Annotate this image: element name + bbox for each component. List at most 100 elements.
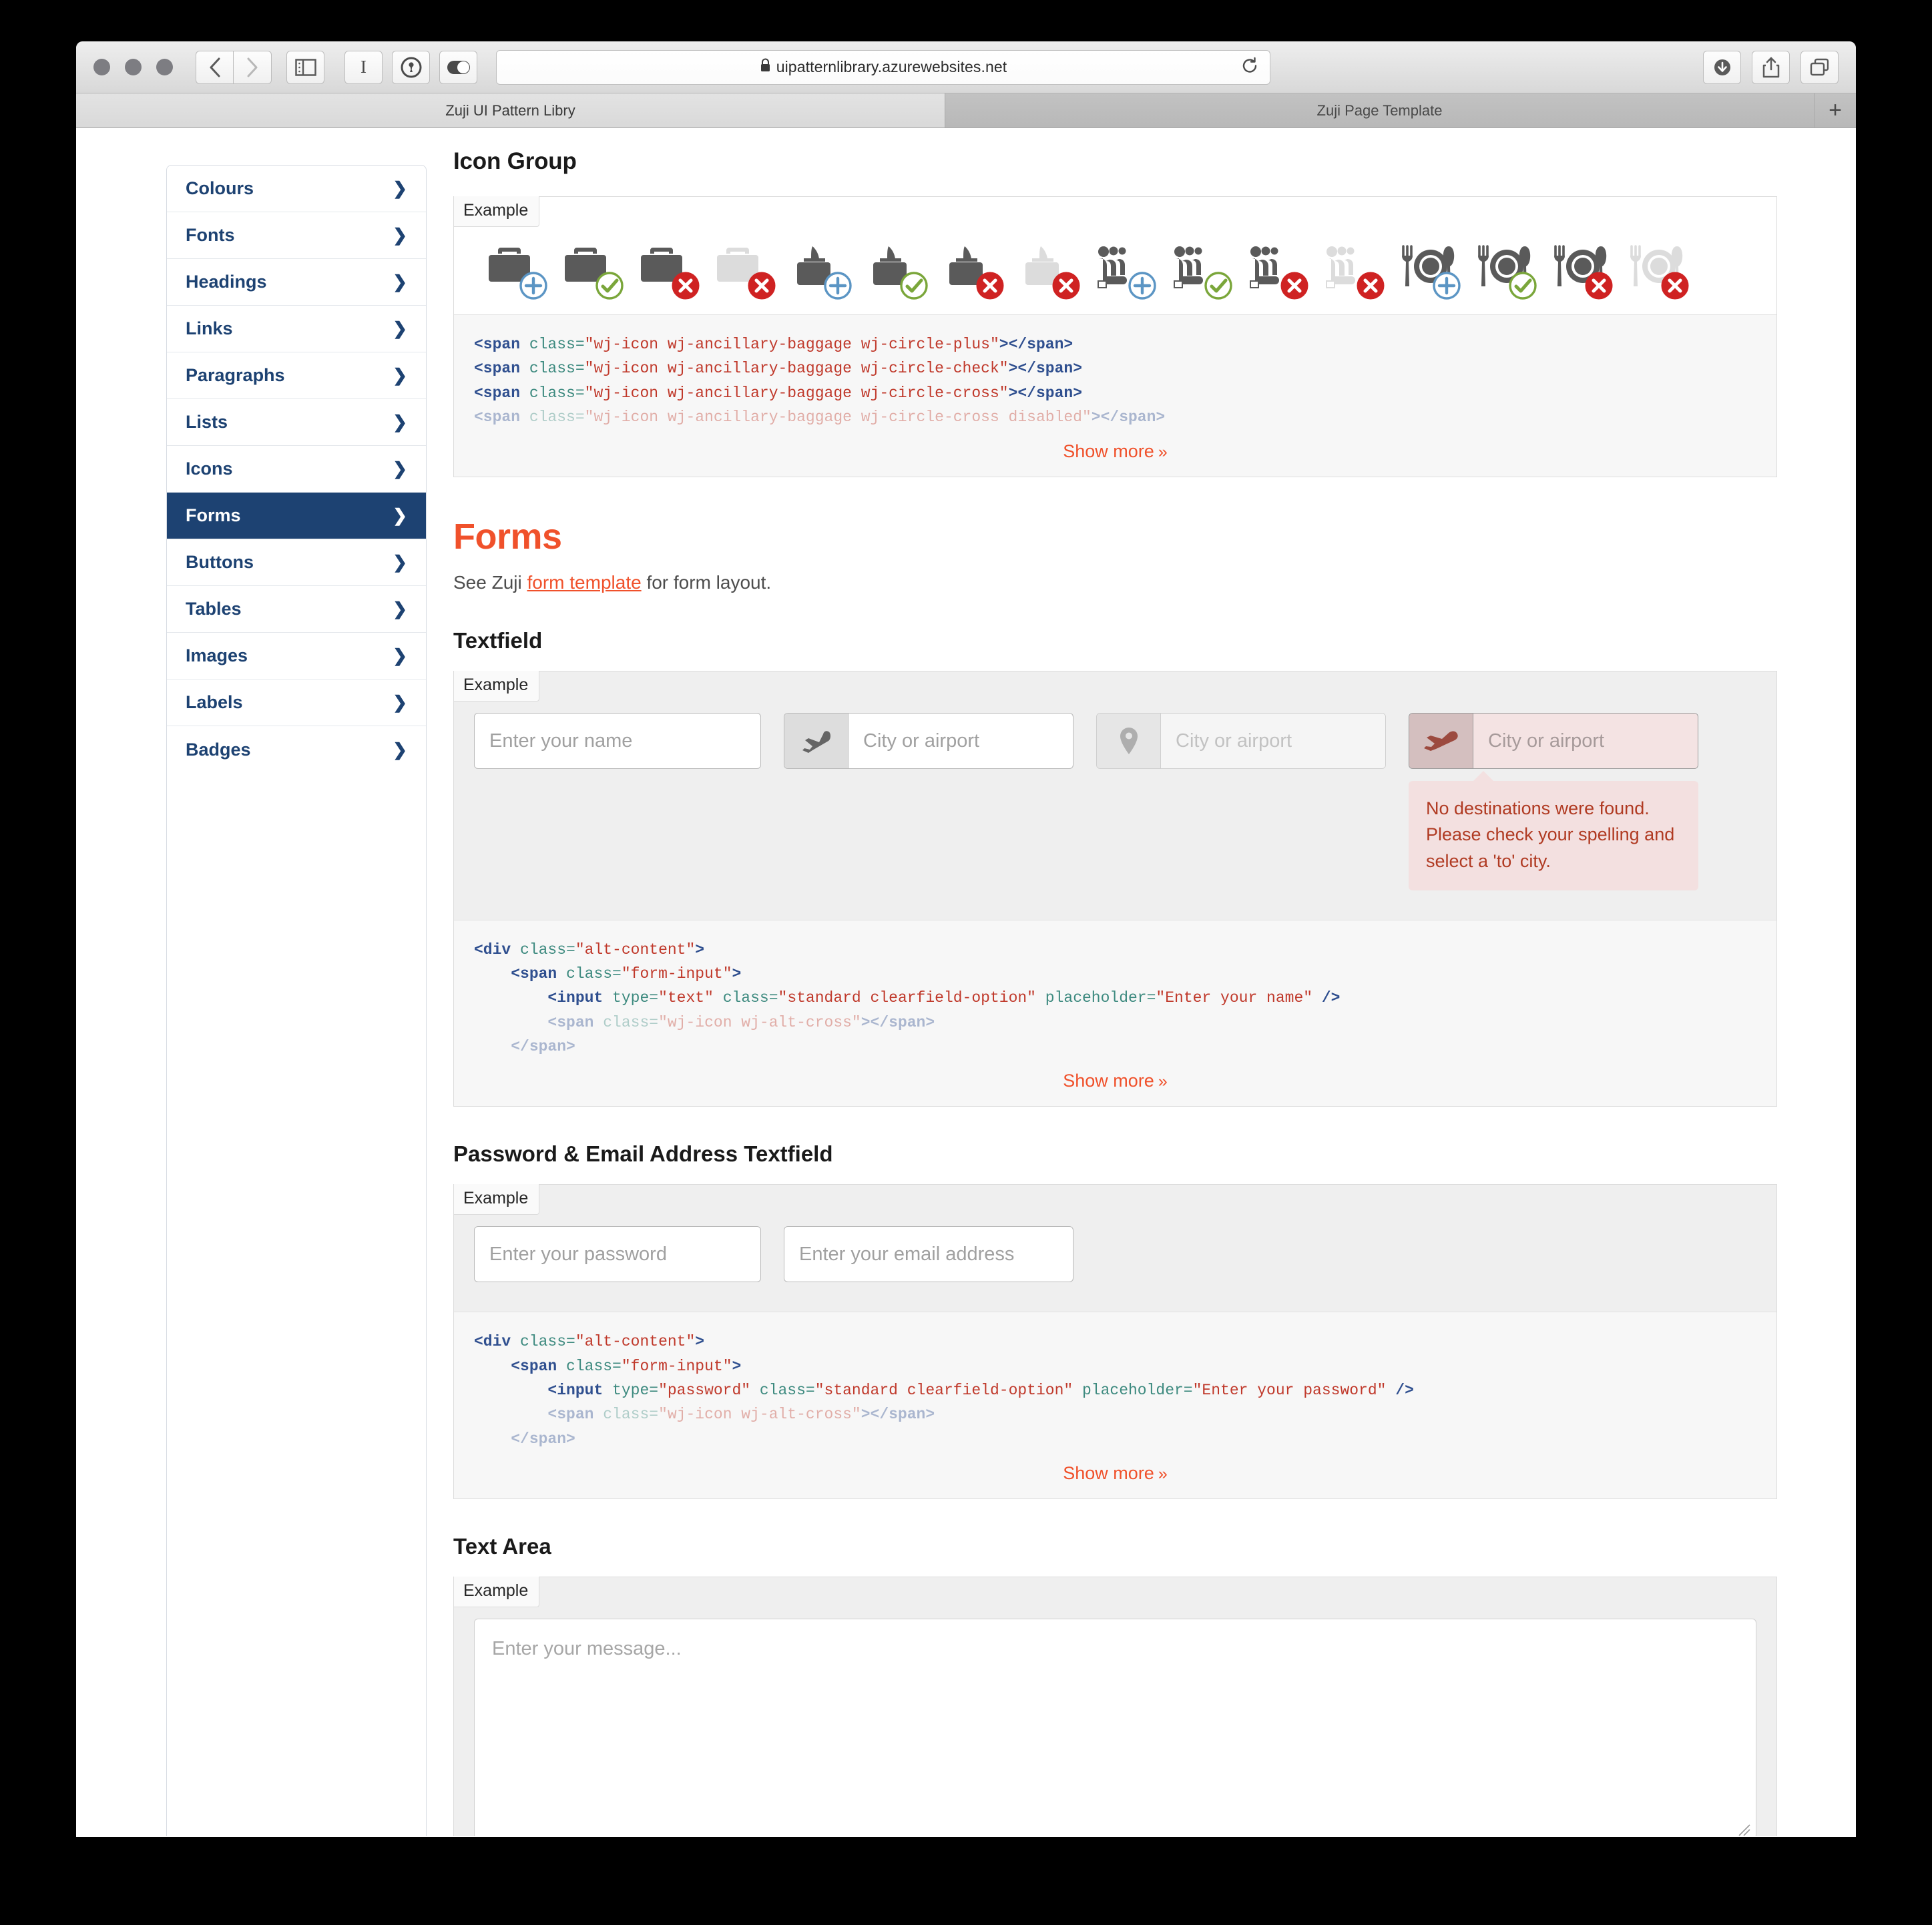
- name-input[interactable]: Enter your name: [474, 713, 761, 770]
- ancillary-icon-row: [474, 238, 1756, 300]
- example-label: Example: [453, 1577, 540, 1608]
- ancillary-sportsequipment-circle-cross-icon[interactable]: [943, 245, 1004, 300]
- ancillary-baggage-circle-plus-icon[interactable]: [486, 245, 547, 300]
- ancillary-baggage-circle-cross-icon[interactable]: [638, 245, 700, 300]
- minimize-window-button[interactable]: [125, 59, 142, 75]
- origin-city-input[interactable]: City or airport: [784, 713, 1073, 770]
- back-button[interactable]: [196, 50, 234, 84]
- ancillary-sportsequipment-circle-check-icon[interactable]: [867, 245, 928, 300]
- chevron-right-icon: ❯: [393, 552, 407, 572]
- textfield-code-block: <div class="alt-content"> <span class="f…: [454, 919, 1776, 1065]
- chevron-right-icon: ❯: [393, 505, 407, 525]
- chevron-double-down-icon: »: [1158, 1072, 1168, 1091]
- textfield-input-row: Enter your name City or airport City or …: [474, 713, 1756, 890]
- sidebar-item-label: Images: [186, 645, 248, 665]
- plus-icon: +: [1829, 97, 1842, 123]
- circle-plus-icon: [518, 270, 549, 301]
- password-email-input-row: Enter your password Enter your email add…: [474, 1226, 1756, 1283]
- circle-plus-icon: [1431, 270, 1462, 301]
- textarea-example: Enter your message...: [454, 1577, 1776, 1836]
- sidebar-item-labels[interactable]: Labels ❯: [167, 679, 426, 726]
- chevron-right-icon: ❯: [393, 599, 407, 619]
- ancillary-baggage-circle-cross-disabled-icon[interactable]: [714, 245, 776, 300]
- password-input[interactable]: Enter your password: [474, 1226, 761, 1283]
- ancillary-seat-circle-check-icon[interactable]: [1171, 245, 1232, 300]
- tab-overview-button[interactable]: [1800, 50, 1839, 84]
- sidebar-item-icons[interactable]: Icons ❯: [167, 446, 426, 493]
- share-button[interactable]: [1752, 50, 1790, 84]
- circle-check-icon: [1203, 270, 1234, 301]
- password-email-show-more-link[interactable]: Show more»: [454, 1456, 1776, 1499]
- ancillary-meal-circle-plus-icon[interactable]: [1399, 245, 1461, 300]
- address-bar[interactable]: uipatternlibrary.azurewebsites.net: [496, 49, 1270, 85]
- tab-zuji-page-template[interactable]: Zuji Page Template: [945, 93, 1815, 127]
- sidebar-item-buttons[interactable]: Buttons ❯: [167, 539, 426, 586]
- error-destination-placeholder: City or airport: [1473, 714, 1698, 769]
- circle-plus-icon: [1127, 270, 1158, 301]
- forward-chevron-icon: [246, 57, 259, 78]
- sidebar-item-links[interactable]: Links ❯: [167, 306, 426, 352]
- icon-group-heading: Icon Group: [453, 148, 577, 174]
- textfield-heading: Textfield: [453, 628, 543, 653]
- ancillary-baggage-circle-check-icon[interactable]: [562, 245, 624, 300]
- maximize-window-button[interactable]: [156, 59, 173, 75]
- sidebar-item-colours[interactable]: Colours ❯: [167, 166, 426, 212]
- ancillary-meal-circle-cross-disabled-icon[interactable]: [1628, 245, 1689, 300]
- resize-handle-icon[interactable]: [1736, 1820, 1751, 1836]
- ancillary-meal-circle-check-icon[interactable]: [1475, 245, 1537, 300]
- circle-check-icon: [1507, 270, 1538, 301]
- code-line: <span class="wj-icon wj-ancillary-baggag…: [474, 336, 1073, 353]
- sidebar-item-label: Forms: [186, 505, 241, 525]
- code-line: <span class="wj-icon wj-alt-cross"></spa…: [547, 1013, 935, 1031]
- chevron-right-icon: ❯: [393, 365, 407, 385]
- textfield-show-more-link[interactable]: Show more»: [454, 1064, 1776, 1107]
- instapaper-extension-icon[interactable]: I: [344, 50, 383, 84]
- lock-icon: [760, 58, 771, 76]
- icon-group-code-block: <span class="wj-icon wj-ancillary-baggag…: [454, 314, 1776, 435]
- new-tab-button[interactable]: +: [1815, 93, 1856, 127]
- form-template-link[interactable]: form template: [527, 572, 642, 593]
- code-line: <div class="alt-content">: [474, 1333, 705, 1351]
- circle-cross-icon: [1584, 270, 1614, 301]
- forward-button[interactable]: [234, 50, 272, 84]
- ancillary-meal-circle-cross-icon[interactable]: [1551, 245, 1613, 300]
- textfield-panel: Example Enter your name City or airport …: [453, 671, 1777, 1107]
- chevron-double-down-icon: »: [1158, 443, 1168, 462]
- email-input[interactable]: Enter your email address: [784, 1226, 1073, 1283]
- ancillary-sportsequipment-circle-plus-icon[interactable]: [790, 245, 852, 300]
- forms-subtitle: See Zuji form template for form layout.: [453, 572, 1777, 593]
- ancillary-seat-circle-cross-icon[interactable]: [1247, 245, 1308, 300]
- sidebar-toggle-button[interactable]: [286, 50, 324, 84]
- sidebar-item-paragraphs[interactable]: Paragraphs ❯: [167, 352, 426, 399]
- sidebar-item-badges[interactable]: Badges ❯: [167, 726, 426, 773]
- show-more-label: Show more: [1063, 1463, 1154, 1484]
- name-input-placeholder: Enter your name: [489, 730, 633, 752]
- origin-city-placeholder: City or airport: [863, 730, 980, 752]
- sidebar-item-images[interactable]: Images ❯: [167, 633, 426, 679]
- ancillary-seat-circle-cross-disabled-icon[interactable]: [1323, 245, 1385, 300]
- error-destination-input[interactable]: City or airport: [1409, 713, 1698, 770]
- sidebar-item-label: Headings: [186, 272, 267, 292]
- downloads-button[interactable]: [1703, 50, 1741, 84]
- tab-zuji-ui-pattern-libry[interactable]: Zuji UI Pattern Libry: [76, 93, 945, 127]
- reload-icon[interactable]: [1240, 56, 1259, 78]
- ancillary-sportsequipment-circle-cross-disabled-icon[interactable]: [1019, 245, 1080, 300]
- sidebar-item-forms[interactable]: Forms ❯: [167, 493, 426, 539]
- sidebar-item-tables[interactable]: Tables ❯: [167, 586, 426, 633]
- onepassword-extension-icon[interactable]: [392, 50, 430, 84]
- password-email-panel: Example Enter your password Enter your e…: [453, 1184, 1777, 1500]
- close-window-button[interactable]: [93, 59, 110, 75]
- example-label: Example: [453, 196, 540, 227]
- sidebar-item-lists[interactable]: Lists ❯: [167, 399, 426, 446]
- sidebar-item-headings[interactable]: Headings ❯: [167, 259, 426, 306]
- code-line: <span class="form-input">: [511, 965, 742, 983]
- ancillary-seat-circle-plus-icon[interactable]: [1095, 245, 1156, 300]
- password-email-example: Enter your password Enter your email add…: [454, 1185, 1776, 1312]
- icon-group-show-more-link[interactable]: Show more»: [454, 435, 1776, 477]
- forms-subtitle-after: for form layout.: [641, 572, 772, 593]
- page-content: Colours ❯ Fonts ❯ Headings ❯ Links ❯ Paragraphs ❯…: [76, 128, 1856, 1836]
- reader-contrast-extension-icon[interactable]: [439, 50, 477, 84]
- message-textarea[interactable]: Enter your message...: [474, 1619, 1756, 1836]
- browser-toolbar: I uipatternlibrary.azurewebsites.net: [76, 41, 1856, 93]
- sidebar-item-fonts[interactable]: Fonts ❯: [167, 212, 426, 259]
